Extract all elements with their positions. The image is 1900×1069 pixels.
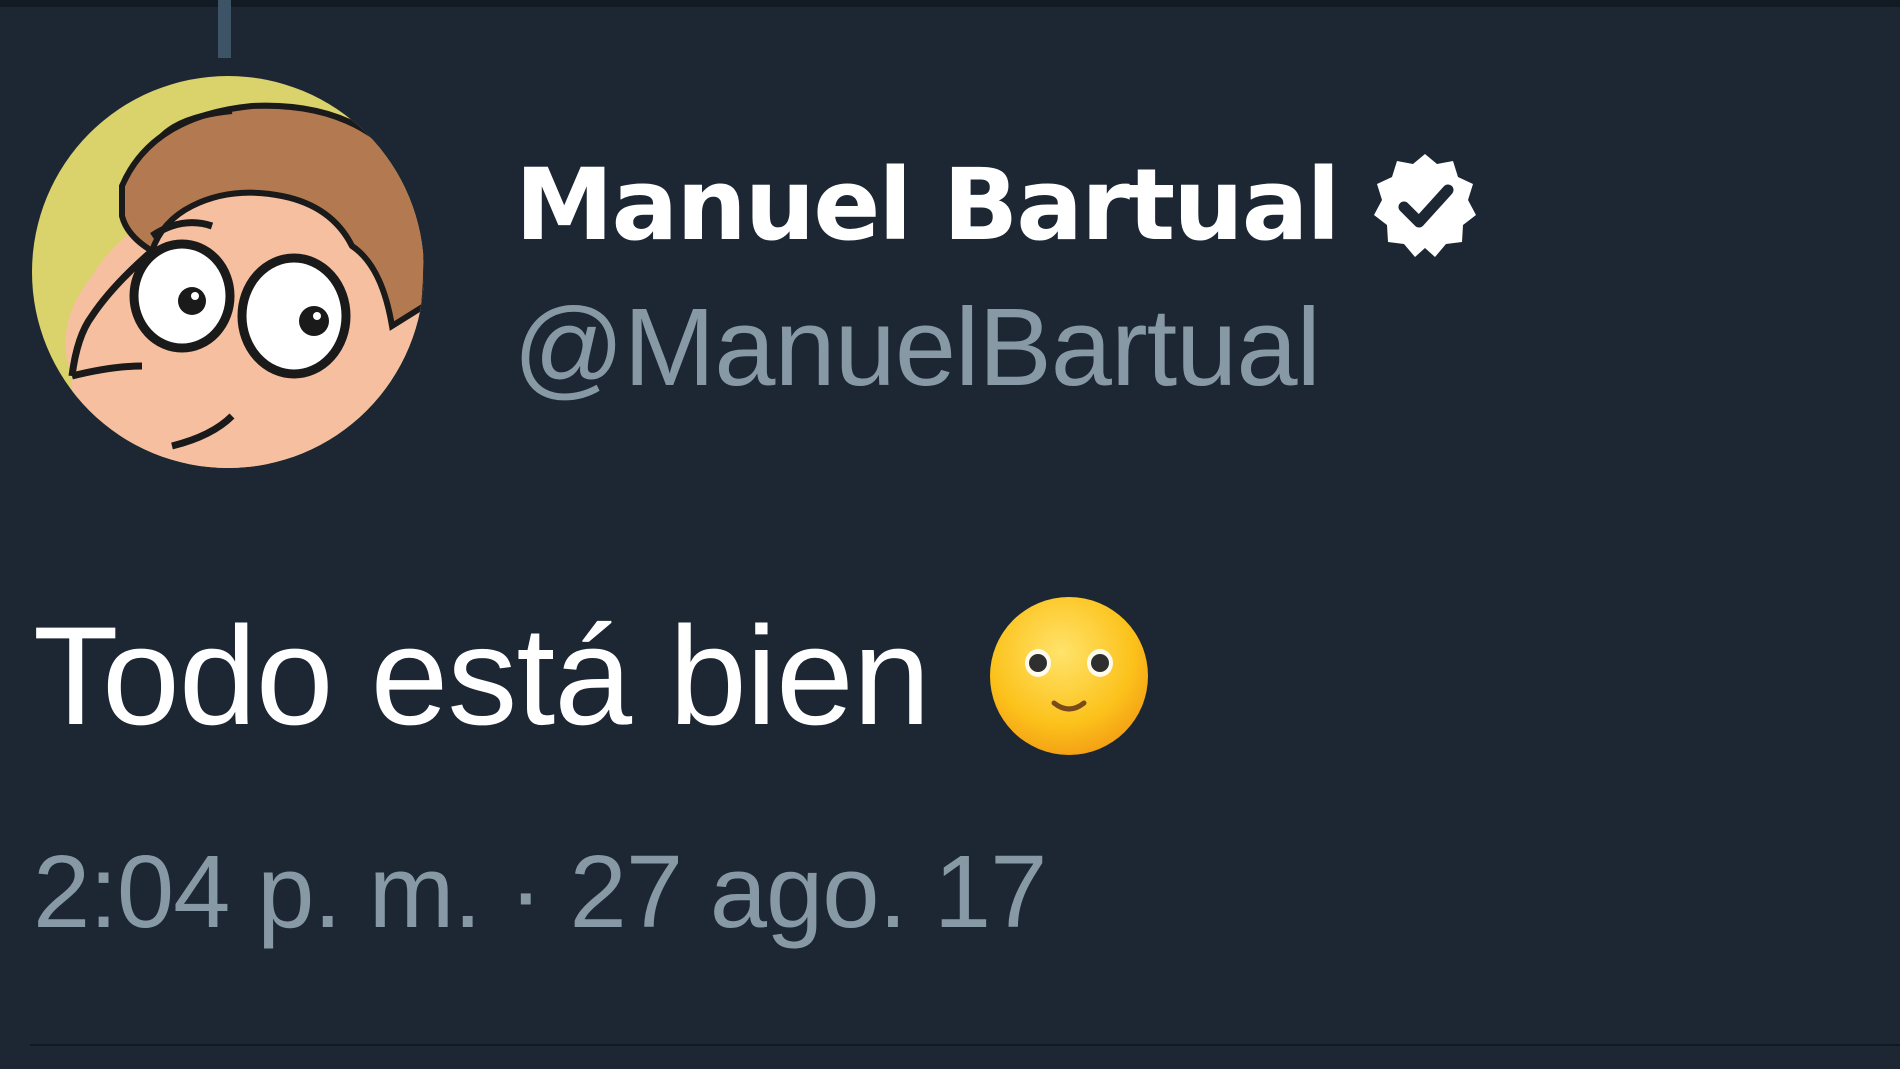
tweet-timestamp[interactable]: 2:04 p. m. · 27 ago. 17	[33, 840, 1047, 943]
display-name[interactable]: Manuel Bartual	[515, 156, 1340, 255]
divider	[30, 1044, 1900, 1046]
avatar[interactable]	[32, 76, 424, 468]
tweet-text: Todo está bien	[33, 595, 1150, 757]
slightly-smiling-face-icon	[988, 595, 1150, 757]
verified-badge-icon	[1370, 150, 1480, 260]
top-strip	[0, 0, 1900, 7]
user-handle[interactable]: @ManuelBartual	[513, 293, 1321, 403]
tweet-text-content: Todo está bien	[33, 597, 931, 754]
thread-connector-line	[218, 0, 231, 58]
author-name-row[interactable]: Manuel Bartual	[515, 140, 1480, 270]
cartoon-face-avatar-icon	[32, 76, 424, 468]
